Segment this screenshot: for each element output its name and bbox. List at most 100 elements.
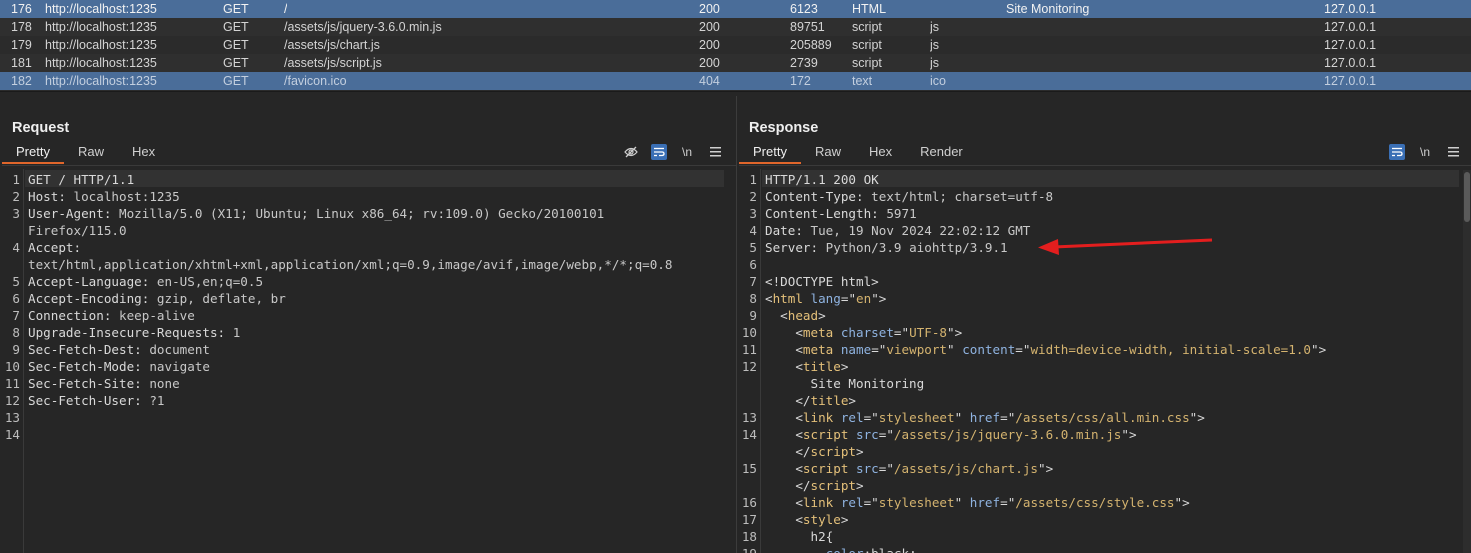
request-editor[interactable]: 1 GET / HTTP/1.1 2 Host: localhost:1235 3 Use… bbox=[2, 169, 736, 553]
table-row[interactable]: 182 http://localhost:1235 GET/favicon.ico 4… bbox=[0, 72, 1471, 90]
code-line: </script> bbox=[765, 477, 864, 494]
line-number: 12 bbox=[4, 393, 20, 408]
code-token: meta bbox=[802, 342, 841, 357]
tab-pretty[interactable]: Pretty bbox=[2, 142, 64, 164]
code-line: GET / HTTP/1.1 bbox=[28, 171, 134, 188]
newline-icon[interactable]: \n bbox=[1417, 144, 1433, 160]
response-scrollbar[interactable] bbox=[1463, 170, 1471, 553]
code-token: width=device-width, initial-scale=1.0 bbox=[1030, 342, 1311, 357]
row-id: 181 bbox=[11, 56, 32, 70]
code-token: =" bbox=[863, 410, 879, 425]
row-extension: ico bbox=[930, 74, 946, 88]
table-row[interactable]: 178 http://localhost:1235 GET/assets/js/jq… bbox=[0, 18, 1471, 36]
code-token: =" bbox=[1000, 495, 1016, 510]
code-token: link bbox=[802, 495, 841, 510]
code-token: =" bbox=[863, 495, 879, 510]
table-row[interactable]: 176 http://localhost:1235 GET / 200 6123 HTML S… bbox=[0, 0, 1471, 18]
row-length: 6123 bbox=[790, 2, 818, 16]
code-line: <link rel="stylesheet" href="/assets/css… bbox=[765, 494, 1189, 511]
code-token: localhost:1235 bbox=[73, 189, 180, 204]
eye-off-icon[interactable] bbox=[623, 144, 639, 160]
code-token: script bbox=[802, 461, 856, 476]
tab-raw[interactable]: Raw bbox=[64, 142, 118, 164]
tab-pretty[interactable]: Pretty bbox=[739, 142, 801, 164]
line-number: 4 bbox=[12, 240, 20, 255]
table-row[interactable]: 181 http://localhost:1235 GET/assets/js/sc… bbox=[0, 54, 1471, 72]
line-number: 5 bbox=[12, 274, 20, 289]
code-token: Sec-Fetch-User: bbox=[28, 393, 150, 408]
code-token: Date: bbox=[765, 223, 811, 238]
line-number: 14 bbox=[741, 427, 757, 442]
code-line: Upgrade-Insecure-Requests: 1 bbox=[28, 324, 240, 341]
line-number bbox=[739, 375, 757, 392]
wrap-icon[interactable] bbox=[651, 144, 667, 160]
line-number: 3 bbox=[749, 206, 757, 221]
tab-hex[interactable]: Hex bbox=[855, 142, 906, 164]
code-token: < bbox=[765, 495, 803, 510]
table-row[interactable]: 179 http://localhost:1235 GET/assets/js/ch… bbox=[0, 36, 1471, 54]
line-number: 9 bbox=[749, 308, 757, 323]
code-token: link bbox=[802, 410, 841, 425]
line-number: 11 bbox=[741, 342, 757, 357]
code-token: User-Agent: bbox=[28, 206, 119, 221]
code-token: =" bbox=[878, 461, 894, 476]
code-token: 1 bbox=[232, 325, 241, 340]
code-token: h2{ bbox=[765, 529, 834, 544]
row-length: 89751 bbox=[790, 20, 825, 34]
code-token: script bbox=[810, 444, 857, 459]
code-token: Accept-Language: bbox=[28, 274, 157, 289]
code-token: style bbox=[802, 512, 841, 527]
row-id: 176 bbox=[11, 2, 32, 16]
row-status: 200 bbox=[699, 20, 720, 34]
line-number: 7 bbox=[749, 274, 757, 289]
tab-hex[interactable]: Hex bbox=[118, 142, 169, 164]
code-token: Content-Type: bbox=[765, 189, 872, 204]
code-token: script bbox=[810, 478, 857, 493]
code-line: color:black; bbox=[765, 545, 917, 553]
response-tab-divider bbox=[739, 165, 1471, 166]
code-token: keep-alive bbox=[119, 308, 195, 323]
line-number bbox=[739, 477, 757, 494]
code-line: </script> bbox=[765, 443, 864, 460]
code-token: =" bbox=[871, 342, 887, 357]
menu-icon[interactable] bbox=[707, 144, 723, 160]
line-number bbox=[2, 256, 20, 273]
code-token: > bbox=[856, 478, 864, 493]
row-host: http://localhost:1235 bbox=[45, 74, 157, 88]
request-pane: Request Pretty Raw Hex \n 1 GET / HTTP/1.1 2… bbox=[0, 96, 736, 553]
row-status: 200 bbox=[699, 2, 720, 16]
line-number: 8 bbox=[749, 291, 757, 306]
line-number: 13 bbox=[4, 410, 20, 425]
code-token: =" bbox=[893, 325, 910, 340]
code-token: name bbox=[840, 342, 872, 357]
wrap-icon[interactable] bbox=[1389, 144, 1405, 160]
code-token: :black; bbox=[864, 546, 917, 553]
request-title: Request bbox=[12, 120, 70, 136]
request-tab-divider bbox=[2, 165, 736, 166]
code-line: <meta charset="UTF-8"> bbox=[765, 324, 962, 341]
code-token: HTTP/1.1 200 OK bbox=[765, 172, 879, 187]
menu-icon[interactable] bbox=[1445, 144, 1461, 160]
newline-icon[interactable]: \n bbox=[679, 144, 695, 160]
code-token: Accept: bbox=[28, 240, 89, 255]
code-token: title bbox=[802, 359, 841, 374]
line-number: 12 bbox=[741, 359, 757, 374]
response-editor[interactable]: 1 HTTP/1.1 200 OK 2 Content-Type: text/html… bbox=[739, 169, 1471, 553]
line-number: 4 bbox=[749, 223, 757, 238]
code-token: ?1 bbox=[149, 393, 165, 408]
row-id: 178 bbox=[11, 20, 32, 34]
code-token: > bbox=[856, 444, 864, 459]
row-length: 2739 bbox=[790, 56, 818, 70]
code-token: document bbox=[149, 342, 210, 357]
row-extension: js bbox=[930, 56, 940, 70]
code-token: /assets/js/jquery-3.6.0.min.js bbox=[893, 427, 1122, 442]
tab-render[interactable]: Render bbox=[906, 142, 977, 164]
scrollbar-thumb[interactable] bbox=[1464, 172, 1470, 222]
code-token: navigate bbox=[149, 359, 210, 374]
row-ip: 127.0.0.1 bbox=[1324, 2, 1377, 16]
code-token: Host: bbox=[28, 189, 74, 204]
code-line: <style> bbox=[765, 511, 848, 528]
tab-raw[interactable]: Raw bbox=[801, 142, 855, 164]
code-token: Sec-Fetch-Site: bbox=[28, 376, 150, 391]
